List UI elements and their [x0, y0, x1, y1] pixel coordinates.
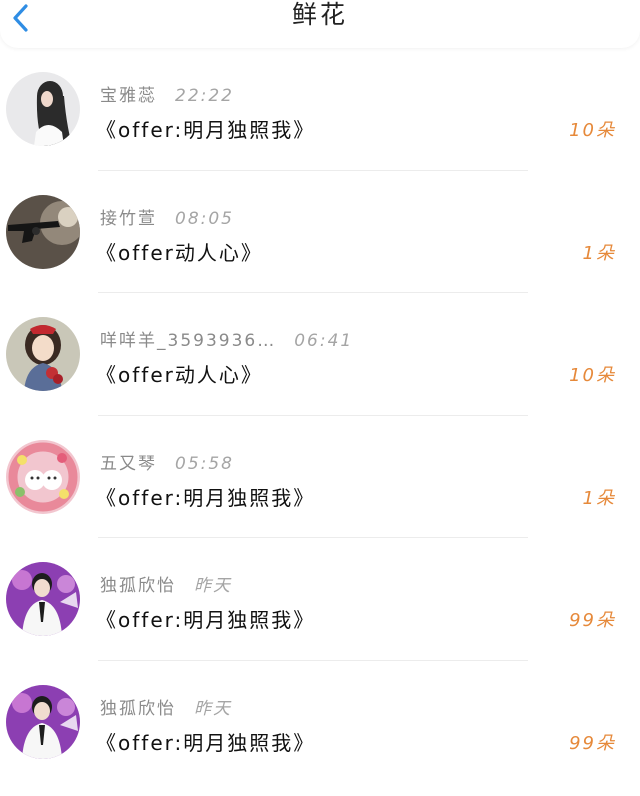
- book-title: 《offer动人心》: [96, 240, 263, 265]
- send-time: 05:58: [175, 453, 234, 474]
- book-title: 《offer:明月独照我》: [96, 730, 316, 755]
- sender-meta: 独孤欣怡 昨天: [100, 694, 232, 719]
- avatar-image: [6, 194, 80, 269]
- list-item[interactable]: 独孤欣怡 昨天 《offer:明月独照我》 99朵: [0, 538, 640, 661]
- book-title: 《offer:明月独照我》: [96, 608, 316, 633]
- top-bar: 鲜花: [0, 0, 640, 48]
- flower-record-list: 宝雅蕊 22:22 《offer:明月独照我》 10朵 接竹萱 08:05 《off…: [0, 48, 640, 784]
- list-item[interactable]: 咩咩羊_3593936… 06:41 《offer动人心》 10朵: [0, 293, 640, 416]
- sender-name: 宝雅蕊: [100, 86, 157, 106]
- book-title: 《offer:明月独照我》: [96, 118, 316, 142]
- send-time: 06:41: [294, 331, 354, 352]
- flower-count: 1朵: [582, 242, 616, 264]
- avatar[interactable]: [6, 439, 80, 514]
- sender-name: 接竹萱: [100, 208, 157, 229]
- flower-count: 10朵: [569, 365, 616, 387]
- avatar[interactable]: [6, 72, 80, 146]
- avatar[interactable]: [6, 194, 80, 269]
- list-item[interactable]: 接竹萱 08:05 《offer动人心》 1朵: [0, 170, 640, 294]
- avatar-image: [6, 317, 80, 392]
- avatar[interactable]: [6, 562, 80, 637]
- avatar-image: [6, 684, 80, 759]
- sender-name: 咩咩羊_3593936…: [100, 331, 277, 352]
- list-item[interactable]: 五又琴 05:58 《offer:明月独照我》 1朵: [0, 415, 640, 539]
- page-title: 鲜花: [291, 0, 348, 29]
- send-time: 22:22: [175, 86, 234, 106]
- avatar-image: [6, 562, 80, 637]
- flower-count: 99朵: [569, 732, 616, 754]
- list-item[interactable]: 独孤欣怡 昨天 《offer:明月独照我》 99朵: [0, 660, 640, 784]
- sender-meta: 咩咩羊_3593936… 06:41: [100, 326, 353, 351]
- avatar[interactable]: [6, 684, 80, 759]
- send-time: 昨天: [194, 698, 232, 719]
- sender-meta: 宝雅蕊 22:22: [100, 81, 234, 106]
- flower-count: 1朵: [582, 487, 616, 509]
- sender-name: 独孤欣怡: [100, 576, 176, 597]
- flower-count: 99朵: [569, 610, 616, 632]
- avatar[interactable]: [6, 317, 80, 392]
- send-time: 08:05: [175, 208, 234, 229]
- book-title: 《offer动人心》: [96, 363, 263, 388]
- sender-name: 五又琴: [100, 453, 157, 474]
- flower-count: 10朵: [569, 120, 616, 141]
- sender-meta: 接竹萱 08:05: [100, 204, 234, 229]
- list-item[interactable]: 宝雅蕊 22:22 《offer:明月独照我》 10朵: [0, 48, 640, 171]
- book-title: 《offer:明月独照我》: [96, 485, 316, 510]
- send-time: 昨天: [194, 576, 232, 597]
- sender-meta: 独孤欣怡 昨天: [100, 571, 232, 596]
- sender-meta: 五又琴 05:58: [100, 449, 234, 474]
- avatar-image: [6, 439, 80, 514]
- avatar-image: [6, 72, 80, 146]
- sender-name: 独孤欣怡: [100, 698, 176, 719]
